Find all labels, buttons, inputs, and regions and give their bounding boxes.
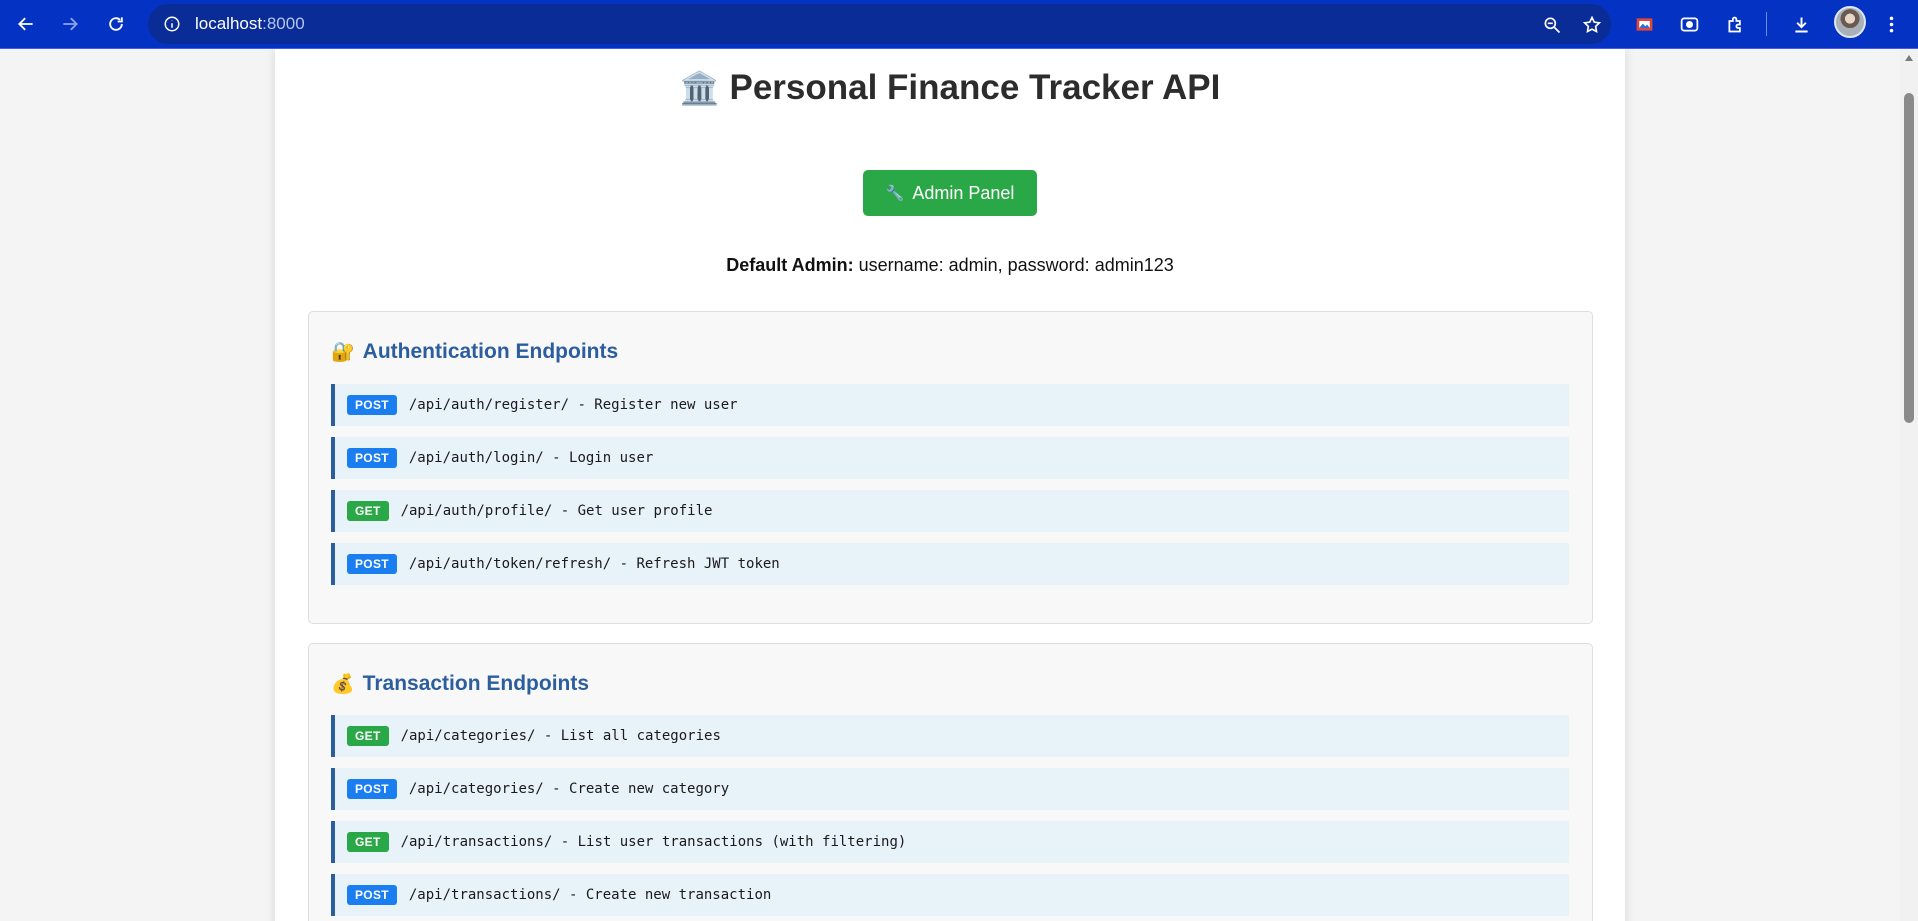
endpoint-item: POST /api/auth/register/ - Register new … [331,384,1569,426]
method-badge: POST [347,779,397,799]
method-badge: GET [347,726,389,746]
endpoint-text: /api/auth/token/refresh/ - Refresh JWT t… [408,556,780,572]
endpoint-text: /api/transactions/ - List user transacti… [400,834,907,850]
section-title-text: Transaction Endpoints [362,672,590,695]
method-badge: POST [347,885,397,905]
content-card: 🏛️ Personal Finance Tracker API 🔧 Admin P… [275,49,1625,921]
endpoint-item: POST /api/auth/login/ - Login user [331,437,1569,479]
endpoint-text: /api/auth/profile/ - Get user profile [400,503,713,519]
browser-toolbar: localhost:8000 [0,0,1918,49]
endpoint-item: POST /api/categories/ - Create new categ… [331,768,1569,810]
forward-arrow-icon[interactable] [54,8,86,40]
scroll-up-arrow-icon[interactable] [1905,55,1913,61]
page-title-text: Personal Finance Tracker API [729,68,1221,107]
method-badge: GET [347,501,389,521]
reload-icon[interactable] [100,8,132,40]
extension-icon[interactable] [1628,8,1660,40]
url-text[interactable]: localhost:8000 [195,14,305,34]
admin-panel-label: Admin Panel [912,182,1015,203]
admin-panel-button[interactable]: 🔧 Admin Panel [863,170,1037,216]
puzzle-icon[interactable] [1719,8,1751,40]
method-badge: POST [347,448,397,468]
method-badge: GET [347,832,389,852]
zoom-icon[interactable] [1539,12,1565,38]
vertical-scrollbar[interactable] [1900,49,1918,921]
default-admin-value: username: admin, password: admin123 [858,255,1174,275]
endpoint-item: POST /api/auth/token/refresh/ - Refresh … [331,543,1569,585]
download-icon[interactable] [1785,8,1817,40]
endpoint-text: /api/categories/ - Create new category [408,781,730,797]
info-icon[interactable] [162,14,182,34]
default-admin-credentials: Default Admin: username: admin, password… [275,255,1625,276]
page-title: 🏛️ Personal Finance Tracker API [275,68,1625,108]
bank-icon: 🏛️ [679,70,720,106]
wrench-icon: 🔧 [885,185,905,202]
section-title: 🔐 Authentication Endpoints [331,340,618,364]
endpoint-text: /api/auth/login/ - Login user [408,450,654,466]
back-arrow-icon[interactable] [10,8,42,40]
kebab-menu-icon[interactable] [1875,8,1907,40]
endpoint-item: GET /api/auth/profile/ - Get user profil… [331,490,1569,532]
section-title: 💰 Transaction Endpoints [331,672,589,696]
transaction-section: 💰 Transaction Endpoints GET /api/categori… [308,643,1593,921]
address-bar[interactable]: localhost:8000 [148,4,1611,44]
section-title-text: Authentication Endpoints [362,340,619,363]
method-badge: POST [347,554,397,574]
profile-avatar[interactable] [1834,6,1866,38]
endpoint-text: /api/categories/ - List all categories [400,728,721,744]
default-admin-label: Default Admin: [726,255,854,275]
scrollbar-thumb[interactable] [1904,93,1914,423]
money-bag-icon: 💰 [331,674,355,695]
authentication-section: 🔐 Authentication Endpoints POST /api/auth… [308,311,1593,624]
screencast-icon[interactable] [1673,8,1705,40]
endpoint-item: GET /api/transactions/ - List user trans… [331,821,1569,863]
method-badge: POST [347,395,397,415]
page-viewport: 🏛️ Personal Finance Tracker API 🔧 Admin P… [0,49,1900,921]
endpoint-item: POST /api/transactions/ - Create new tra… [331,874,1569,916]
toolbar-divider [1766,12,1767,36]
lock-icon: 🔐 [331,342,355,363]
star-icon[interactable] [1579,12,1605,38]
endpoint-text: /api/transactions/ - Create new transact… [408,887,772,903]
endpoint-text: /api/auth/register/ - Register new user [408,397,738,413]
endpoint-item: GET /api/categories/ - List all categori… [331,715,1569,757]
